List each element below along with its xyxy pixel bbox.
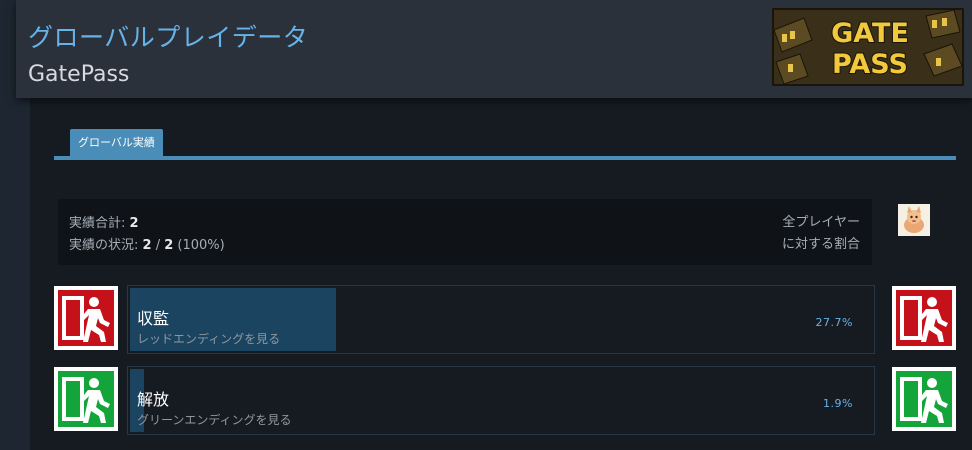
achievement-row[interactable]: 収監 レッドエンディングを見る 27.7% (127, 285, 875, 354)
red-emergency-exit-icon (892, 286, 956, 350)
achievement-status: 実績の状況: 2 / 2 (100%) (69, 238, 225, 253)
total-achievements: 実績合計: 2 (69, 216, 139, 231)
avatar-image (898, 204, 930, 236)
page-title: グローバルプレイデータ (28, 23, 309, 52)
page-header: グローバルプレイデータ GatePass GATE PASS (16, 0, 972, 98)
game-logo-image: GATE PASS (774, 10, 962, 84)
achievement-percent: 27.7% (815, 316, 853, 329)
achievement-description: グリーンエンディングを見る (137, 413, 292, 427)
green-emergency-exit-icon (892, 367, 956, 431)
percent-of-all-players-label: 全プレイヤー に対する割合 (781, 215, 860, 252)
tab-global-achievements[interactable]: グローバル実績 (70, 129, 163, 157)
user-avatar[interactable] (898, 204, 930, 236)
svg-text:PASS: PASS (832, 49, 908, 80)
tab-underline (54, 156, 956, 160)
game-name[interactable]: GatePass (28, 62, 129, 87)
svg-text:GATE: GATE (831, 18, 909, 49)
achievement-title: 解放 (137, 390, 170, 409)
game-logo[interactable]: GATE PASS (772, 8, 964, 86)
total-achievements-value: 2 (129, 216, 139, 231)
green-emergency-exit-icon (54, 367, 118, 431)
achievement-title: 収監 (137, 309, 170, 328)
achievement-summary: 実績合計: 2 実績の状況: 2 / 2 (100%) 全プレイヤー に対する割… (58, 199, 872, 265)
red-emergency-exit-icon (54, 286, 118, 350)
achievement-description: レッドエンディングを見る (137, 332, 281, 346)
achievement-percent: 1.9% (823, 397, 853, 410)
achievement-row[interactable]: 解放 グリーンエンディングを見る 1.9% (127, 366, 875, 435)
